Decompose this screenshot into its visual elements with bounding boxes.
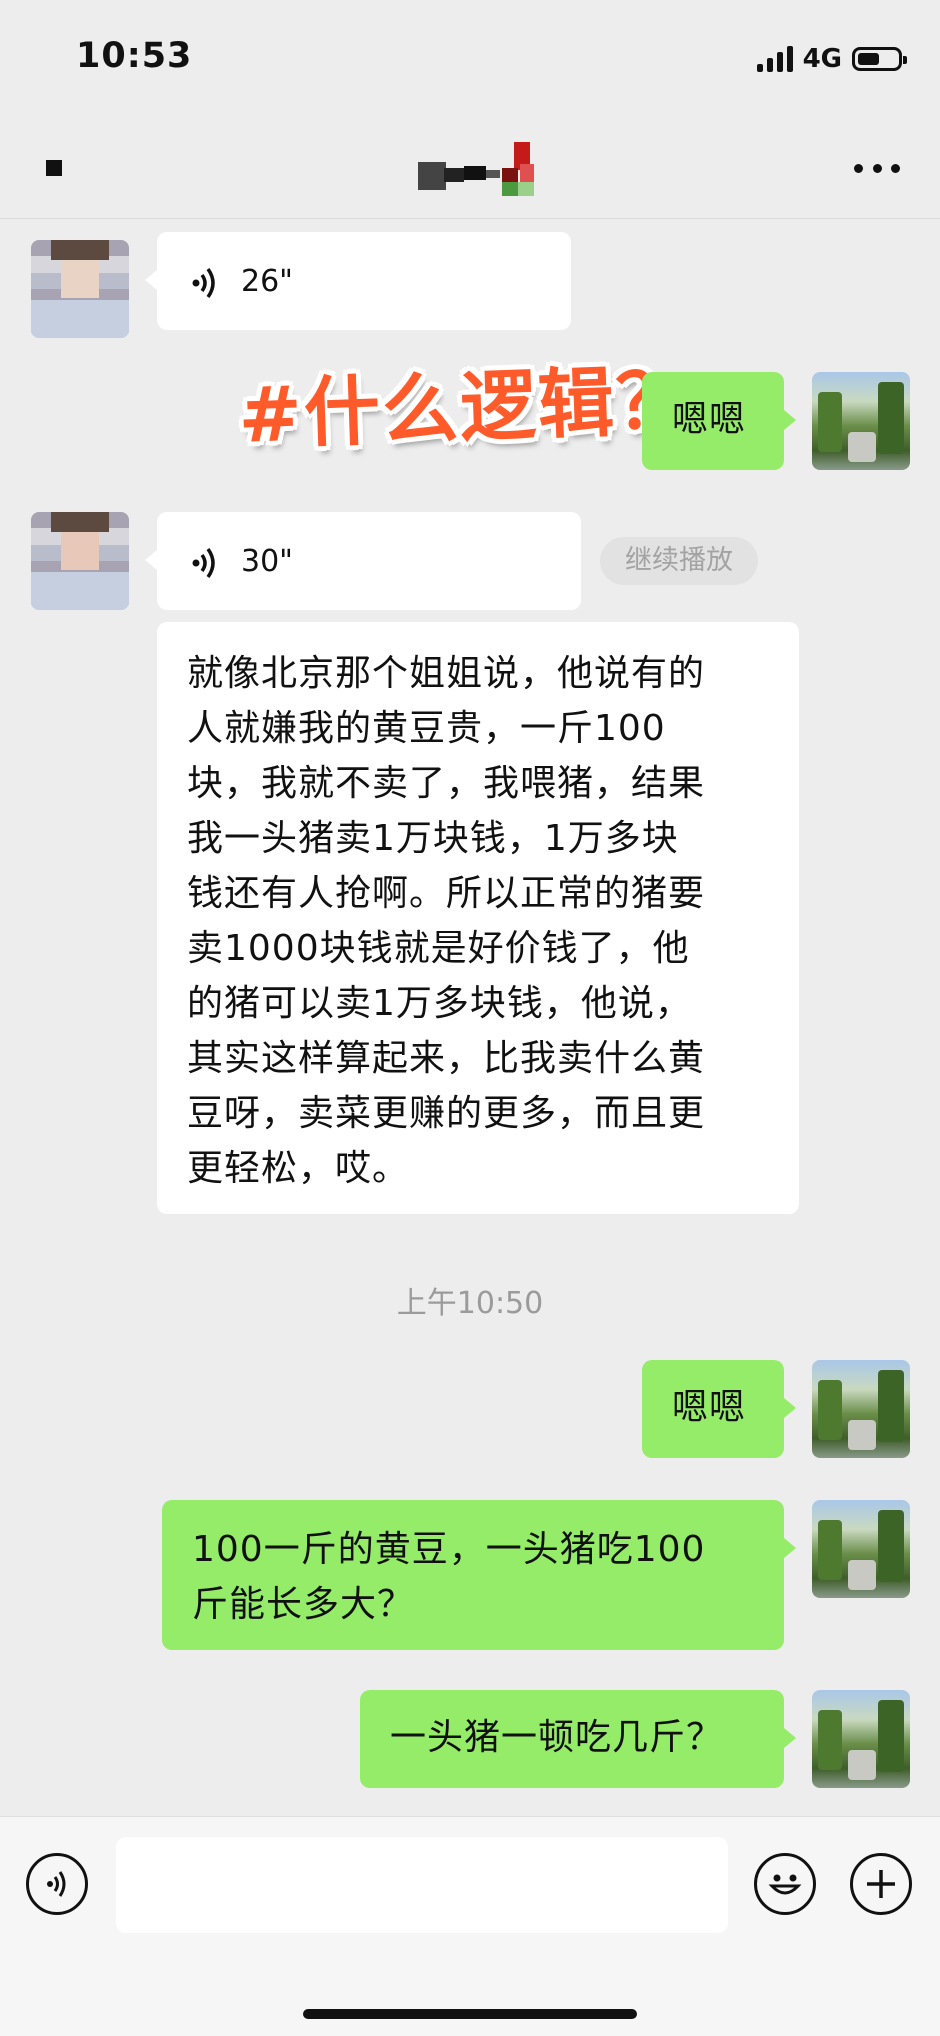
my-avatar[interactable]: [812, 1500, 910, 1598]
timestamp: 上午10:50: [396, 1286, 544, 1321]
message-line: 斤能长多大？: [192, 1584, 415, 1625]
overlay-caption: #什么逻辑？: [236, 355, 696, 460]
input-bar: [0, 1816, 940, 2036]
message-text: 一头猪一顿吃几斤？: [390, 1717, 724, 1758]
network-type: 4G: [802, 44, 842, 74]
message-text: 嗯嗯: [672, 1387, 747, 1428]
voice-duration: 30": [241, 543, 293, 579]
voice-icon: [47, 1871, 66, 1897]
battery-icon: [852, 47, 907, 71]
transcript-line: 豆呀，卖菜更赚的更多，而且更: [187, 1093, 706, 1134]
continue-playing-button[interactable]: 继续播放: [600, 537, 758, 585]
my-avatar[interactable]: [812, 1690, 910, 1788]
chat-title-censored: [418, 142, 548, 196]
message-input[interactable]: [116, 1837, 728, 1933]
contact-avatar[interactable]: [31, 512, 129, 610]
message-text: 嗯嗯: [672, 399, 747, 440]
plus-icon: [867, 1870, 895, 1898]
transcript-text: 就像北京那个姐姐说，他说有的 人就嫌我的黄豆贵，一斤100 块，我就不卖了，我喂…: [187, 646, 769, 1196]
text-message-bubble[interactable]: 100一斤的黄豆，一头猪吃100 斤能长多大？: [162, 1500, 796, 1650]
transcript-line: 其实这样算起来，比我卖什么黄: [187, 1038, 706, 1079]
my-avatar[interactable]: [812, 372, 910, 470]
message-line: 100一斤的黄豆，一头猪吃100: [192, 1529, 706, 1570]
voice-icon: [191, 266, 221, 299]
emoji-button[interactable]: [754, 1853, 816, 1915]
transcript-line: 我一头猪卖1万块钱，1万多块: [187, 818, 679, 859]
text-message-bubble[interactable]: 嗯嗯: [642, 1360, 796, 1458]
transcript-line: 更轻松，哎。: [187, 1148, 410, 1189]
transcript-line: 就像北京那个姐姐说，他说有的: [187, 653, 706, 694]
voice-duration: 26": [241, 263, 293, 299]
message-text: 100一斤的黄豆，一头猪吃100 斤能长多大？: [192, 1522, 784, 1632]
chat-header: [0, 120, 940, 219]
transcript-bubble[interactable]: 就像北京那个姐姐说，他说有的 人就嫌我的黄豆贵，一斤100 块，我就不卖了，我喂…: [157, 622, 799, 1214]
text-message-bubble[interactable]: 一头猪一顿吃几斤？: [360, 1690, 796, 1788]
status-icons: 4G: [756, 44, 907, 74]
back-button[interactable]: [46, 160, 62, 176]
status-bar: 10:53 4G: [0, 0, 940, 120]
add-button[interactable]: [850, 1853, 912, 1915]
voice-input-button[interactable]: [26, 1853, 88, 1915]
voice-message-bubble[interactable]: 26": [145, 232, 571, 330]
my-avatar[interactable]: [812, 1360, 910, 1458]
signal-icon: [756, 46, 793, 72]
transcript-line: 块，我就不卖了，我喂猪，结果: [187, 763, 706, 804]
home-indicator: [303, 2009, 637, 2019]
transcript-line: 卖1000块钱就是好价钱了，他: [187, 928, 690, 969]
transcript-line: 的猪可以卖1万多块钱，他说，: [187, 983, 692, 1024]
emoji-icon: [768, 1874, 802, 1895]
contact-avatar[interactable]: [31, 240, 129, 338]
transcript-line: 人就嫌我的黄豆贵，一斤100: [187, 708, 666, 749]
text-message-bubble[interactable]: 嗯嗯: [642, 372, 796, 470]
transcript-line: 钱还有人抢啊。所以正常的猪要: [187, 873, 706, 914]
voice-message-bubble[interactable]: 30": [145, 512, 581, 610]
voice-icon: [191, 546, 221, 579]
more-icon[interactable]: [854, 156, 900, 180]
status-time: 10:53: [76, 36, 193, 76]
